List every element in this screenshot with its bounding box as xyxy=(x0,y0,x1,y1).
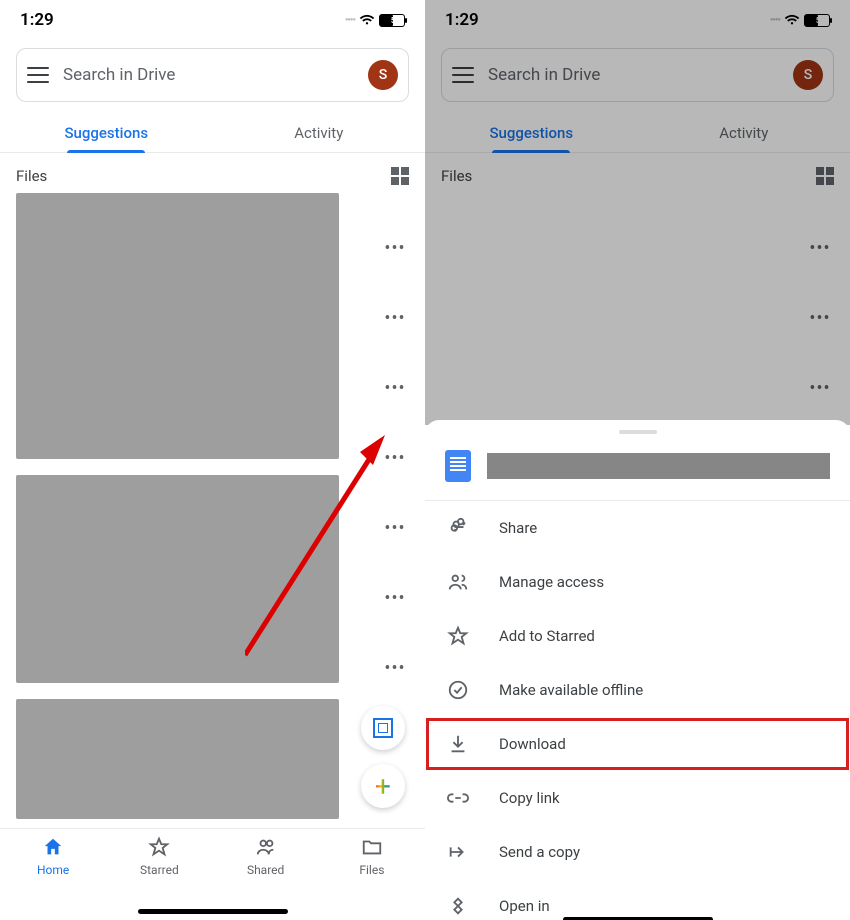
doc-title-redacted xyxy=(487,453,830,479)
files-label: Files xyxy=(16,167,47,185)
tabs: Suggestions Activity xyxy=(0,112,425,153)
cellular-dots-icon: •••• xyxy=(770,15,780,26)
more-icon[interactable]: ••• xyxy=(385,448,405,468)
more-icon[interactable]: ••• xyxy=(385,238,405,258)
sheet-open-in[interactable]: Open in xyxy=(425,879,850,920)
sheet-add-starred[interactable]: Add to Starred xyxy=(425,609,850,663)
battery-icon: 53 xyxy=(379,14,405,27)
more-icon[interactable]: ••• xyxy=(385,308,405,328)
search-input[interactable]: Search in Drive xyxy=(63,65,354,85)
search-input[interactable]: Search in Drive xyxy=(488,65,779,85)
file-thumbnail[interactable] xyxy=(16,193,339,459)
sheet-share[interactable]: Share xyxy=(425,501,850,555)
send-icon xyxy=(447,841,469,863)
add-fab[interactable]: + xyxy=(361,764,405,808)
link-icon xyxy=(447,787,469,809)
sheet-offline[interactable]: Make available offline xyxy=(425,663,850,717)
doc-icon xyxy=(445,450,471,482)
wifi-icon xyxy=(784,14,800,26)
more-icon[interactable]: ••• xyxy=(385,518,405,538)
more-icon[interactable]: ••• xyxy=(810,378,830,398)
tabs: Suggestions Activity xyxy=(425,112,850,153)
nav-home[interactable]: Home xyxy=(0,835,106,920)
star-icon xyxy=(147,835,171,859)
status-right: •••• 53 xyxy=(345,14,405,27)
files-header: Files xyxy=(425,153,850,193)
battery-icon: 53 xyxy=(804,14,830,27)
home-icon xyxy=(41,835,65,859)
sheet-header xyxy=(425,446,850,501)
avatar[interactable]: S xyxy=(368,60,398,90)
wifi-icon xyxy=(359,14,375,26)
sheet-manage-access[interactable]: Manage access xyxy=(425,555,850,609)
avatar[interactable]: S xyxy=(793,60,823,90)
files-header: Files xyxy=(0,153,425,193)
tab-suggestions[interactable]: Suggestions xyxy=(425,112,638,152)
file-list xyxy=(0,193,355,819)
phone-left: 1:29 •••• 53 Search in Drive S Suggestio… xyxy=(0,0,425,920)
more-icon[interactable]: ••• xyxy=(810,238,830,258)
nav-files[interactable]: Files xyxy=(319,835,425,920)
status-time: 1:29 xyxy=(445,10,479,30)
more-icon[interactable]: ••• xyxy=(385,658,405,678)
tab-activity[interactable]: Activity xyxy=(638,112,850,152)
sheet-send-copy[interactable]: Send a copy xyxy=(425,825,850,879)
status-right: •••• 53 xyxy=(770,14,830,27)
bottom-nav: Home Starred Shared Files xyxy=(0,828,425,920)
tab-activity[interactable]: Activity xyxy=(213,112,426,152)
offline-icon xyxy=(447,679,469,701)
status-bar: 1:29 •••• 53 xyxy=(0,0,425,34)
status-time: 1:29 xyxy=(20,10,54,30)
files-label: Files xyxy=(441,167,472,185)
more-icon[interactable]: ••• xyxy=(810,308,830,328)
open-in-icon xyxy=(447,895,469,917)
more-icon[interactable]: ••• xyxy=(385,378,405,398)
status-bar: 1:29 •••• 53 xyxy=(425,0,850,34)
search-bar[interactable]: Search in Drive S xyxy=(441,48,834,102)
grid-view-icon[interactable] xyxy=(816,167,834,185)
people-icon xyxy=(447,571,469,593)
search-bar[interactable]: Search in Drive S xyxy=(16,48,409,102)
more-icon[interactable]: ••• xyxy=(385,588,405,608)
file-thumbnail[interactable] xyxy=(16,699,339,819)
scan-fab[interactable] xyxy=(361,706,405,750)
sheet-download[interactable]: Download xyxy=(425,717,850,771)
cellular-dots-icon: •••• xyxy=(345,15,355,26)
folder-icon xyxy=(360,835,384,859)
bottom-sheet: Share Manage access Add to Starred Make … xyxy=(425,420,850,920)
people-icon xyxy=(254,835,278,859)
plus-icon: + xyxy=(375,770,391,803)
download-icon xyxy=(447,733,469,755)
file-thumbnail[interactable] xyxy=(16,475,339,683)
grid-view-icon[interactable] xyxy=(391,167,409,185)
sheet-handle-icon[interactable] xyxy=(619,430,657,434)
phone-right: 1:29 •••• 53 Search in Drive S Suggestio… xyxy=(425,0,850,920)
nav-shared[interactable]: Shared xyxy=(213,835,319,920)
nav-starred[interactable]: Starred xyxy=(106,835,212,920)
tab-suggestions[interactable]: Suggestions xyxy=(0,112,213,152)
sheet-copy-link[interactable]: Copy link xyxy=(425,771,850,825)
star-icon xyxy=(447,625,469,647)
scan-icon xyxy=(373,718,393,738)
menu-icon[interactable] xyxy=(27,67,49,83)
menu-icon[interactable] xyxy=(452,67,474,83)
home-indicator xyxy=(138,909,288,914)
share-icon xyxy=(447,517,469,539)
